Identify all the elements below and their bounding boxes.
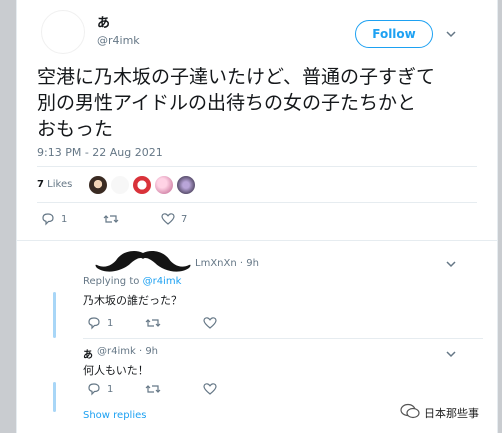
divider [17,240,497,241]
reply-icon [87,382,101,396]
follow-button[interactable]: Follow [355,20,433,48]
tweet-text-line: 別の男性アイドルの出待ちの女の子たちかと [37,92,417,114]
reply-meta[interactable]: LmXnXn · 9h [195,258,259,269]
replying-to-label: Replying to [83,276,140,287]
liker-avatar[interactable] [133,176,151,194]
retweet-icon [145,316,161,330]
tweet-text-line: おもった [37,118,114,140]
watermark: 日本那些事 [400,403,479,422]
divider [37,202,477,203]
mustache-overlay [93,247,193,279]
reply-avatar[interactable] [53,344,83,374]
mention-link[interactable]: @r4imk [143,276,182,287]
divider [83,338,483,339]
reply-count: 1 [107,317,114,329]
wechat-icon [400,403,420,422]
reply-author-name[interactable]: あ [83,346,93,361]
reply-avatar[interactable] [53,254,83,284]
retweet-action[interactable] [145,316,161,330]
tweet-card: あ @r4imk Follow 空港に乃木坂の子達いたけど、普通の子すぎて 別の… [16,0,498,433]
retweet-action[interactable] [103,212,119,226]
likes-label: Likes [47,179,73,190]
tweet-text: 空港に乃木坂の子達いたけど、普通の子すぎて 別の男性アイドルの出待ちの女の子たち… [37,64,487,142]
retweet-icon [103,212,119,226]
chevron-down-icon[interactable] [445,348,457,360]
liker-avatar[interactable] [177,176,195,194]
liker-avatar[interactable] [155,176,173,194]
reply-action[interactable]: 1 [87,382,113,396]
replying-to: Replying to @r4imk [83,276,181,287]
like-action[interactable]: 7 [161,212,187,226]
heart-icon [203,316,217,330]
user-handle[interactable]: @r4imk [97,34,140,47]
reply-count: 1 [107,383,114,395]
heart-icon [161,212,175,226]
reply-meta[interactable]: @r4imk · 9h [97,346,158,357]
likes-stat[interactable]: 7 Likes [37,179,72,190]
show-replies-link[interactable]: Show replies [83,410,146,421]
reply-action[interactable]: 1 [41,212,67,226]
reply-count: 1 [61,213,68,225]
reply-icon [87,316,101,330]
likes-count: 7 [37,179,44,190]
heart-icon [203,382,217,396]
tweet-text-line: 空港に乃木坂の子達いたけど、普通の子すぎて [37,66,436,88]
reply-text: 乃木坂の誰だった？ [83,294,182,307]
thread-line [53,292,56,338]
chevron-down-icon[interactable] [445,28,457,40]
chevron-down-icon[interactable] [445,258,457,270]
retweet-action[interactable] [145,382,161,396]
liker-avatar[interactable] [89,176,107,194]
thread-line [53,382,56,412]
liker-avatar[interactable] [111,176,129,194]
reply-icon [41,212,55,226]
reply-text: 何人もいた！ [83,364,149,377]
divider [37,166,477,167]
like-action[interactable] [203,316,217,330]
tweet-timestamp[interactable]: 9:13 PM - 22 Aug 2021 [37,146,163,159]
display-name[interactable]: あ [97,12,110,31]
avatar[interactable] [41,10,85,54]
watermark-text: 日本那些事 [424,406,479,420]
reply-action[interactable]: 1 [87,316,113,330]
like-action[interactable] [203,382,217,396]
retweet-icon [145,382,161,396]
like-count: 7 [181,213,188,225]
